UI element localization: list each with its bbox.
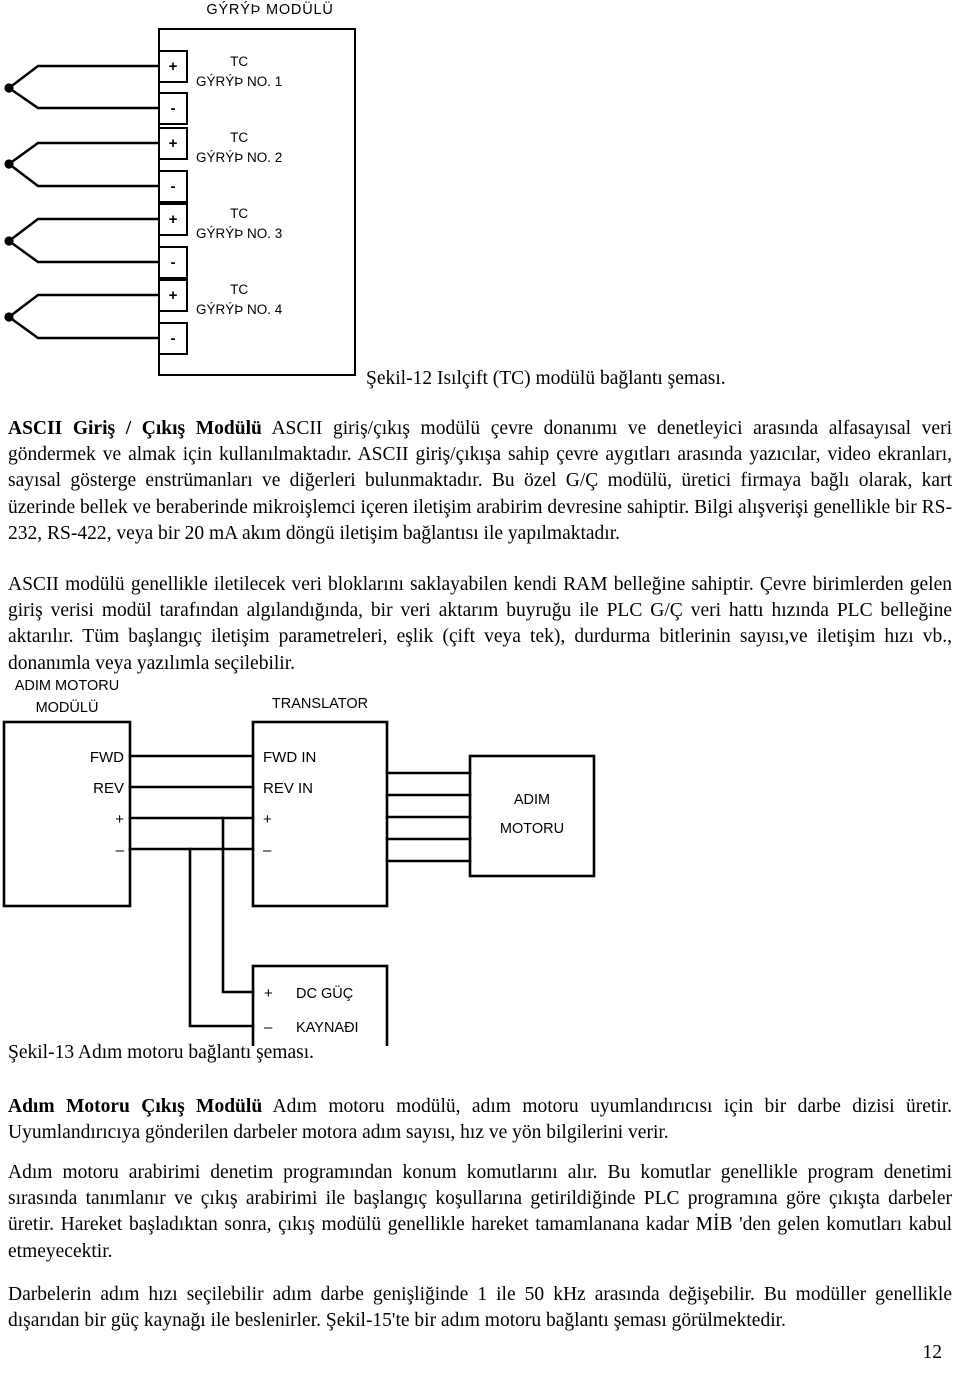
fig12-channel-2-name: GÝRÝÞ NO. 2 <box>196 149 283 165</box>
paragraph-stepper-interface: Adım motoru arabirimi denetim programınd… <box>8 1160 952 1266</box>
fig13-psu-plus: + <box>264 985 273 1002</box>
fig13-psu-minus: – <box>264 1019 273 1036</box>
fig12-title: GÝRÝÞ MODÜLÜ <box>206 2 334 18</box>
para5-body: Darbelerin adım hızı seçilebilir adım da… <box>8 1283 952 1331</box>
fig13-module-terminal-fwd: FWD <box>90 749 124 766</box>
figure-thermocouple-module: GÝRÝÞ MODÜLÜ + - + - + - + - TC GÝRÝÞ NO… <box>0 0 960 392</box>
fig13-translator-terminal-rev-in: REV IN <box>263 780 313 797</box>
para1-heading: ASCII Giriş / Çıkış Modülü <box>8 417 262 439</box>
fig13-translator-terminal-plus: + <box>263 811 272 828</box>
fig12-terminal-ch3-plus: + <box>158 203 188 236</box>
fig13-psu-label-line2: KAYNAÐI <box>296 1020 359 1036</box>
fig12-terminal-ch2-minus: - <box>158 170 188 203</box>
fig13-motor-label-line2: MOTORU <box>500 821 564 837</box>
fig13-svg: ADIM MOTORU MODÜLÜ TRANSLATOR FWD REV + … <box>2 678 596 1046</box>
figure-stepper-motor-connection: ADIM MOTORU MODÜLÜ TRANSLATOR FWD REV + … <box>0 676 640 1046</box>
fig12-thermocouple-wires <box>4 64 160 340</box>
fig12-channel-2-label: TC GÝRÝÞ NO. 2 <box>196 128 282 167</box>
para3-heading: Adım Motoru Çıkış Modülü <box>8 1095 263 1117</box>
fig12-terminal-ch1-minus: - <box>158 92 188 125</box>
fig12-channel-1-name: GÝRÝÞ NO. 1 <box>196 73 283 89</box>
fig13-translator-title: TRANSLATOR <box>272 696 368 712</box>
para4-body: Adım motoru arabirimi denetim programınd… <box>8 1161 952 1262</box>
fig13-motor-label-line1: ADIM <box>514 792 550 808</box>
fig12-terminal-ch4-minus: - <box>158 322 188 355</box>
fig12-channel-1-label: TC GÝRÝÞ NO. 1 <box>196 52 282 91</box>
para2-body: ASCII modülü genellikle iletilecek veri … <box>8 573 952 674</box>
fig13-caption: Şekil-13 Adım motoru bağlantı şeması. <box>8 1042 315 1063</box>
fig12-channel-3-tc: TC <box>230 206 249 221</box>
fig12-caption: Şekil-12 Isılçift (TC) modülü bağlantı ş… <box>366 368 726 389</box>
fig13-module-title-line1: ADIM MOTORU <box>15 678 119 694</box>
page-number: 12 <box>922 1342 943 1363</box>
fig12-terminal-ch4-plus: + <box>158 279 188 312</box>
fig13-module-terminal-rev: REV <box>93 780 124 797</box>
fig13-module-terminal-plus: + <box>115 811 124 828</box>
paragraph-stepper-output-module: Adım Motoru Çıkış Modülü Adım motoru mod… <box>8 1094 952 1147</box>
fig12-channel-4-name: GÝRÝÞ NO. 4 <box>196 301 283 317</box>
fig12-terminal-ch1-plus: + <box>158 50 188 83</box>
paragraph-ascii-io-module: ASCII Giriş / Çıkış Modülü ASCII giriş/ç… <box>8 416 952 548</box>
fig12-channel-4-label: TC GÝRÝÞ NO. 4 <box>196 280 282 319</box>
fig12-channel-1-tc: TC <box>230 54 249 69</box>
fig12-channel-3-label: TC GÝRÝÞ NO. 3 <box>196 204 282 243</box>
fig13-module-title-line2: MODÜLÜ <box>36 698 99 716</box>
fig12-terminal-ch2-plus: + <box>158 127 188 160</box>
fig12-channel-4-tc: TC <box>230 282 249 297</box>
fig13-module-terminal-minus: – <box>116 842 125 859</box>
paragraph-pulse-rate: Darbelerin adım hızı seçilebilir adım da… <box>8 1282 952 1335</box>
fig12-terminal-ch3-minus: - <box>158 246 188 279</box>
fig13-psu-label-line1: DC GÜÇ <box>296 984 353 1002</box>
fig13-translator-terminal-minus: – <box>263 842 272 859</box>
fig12-channel-2-tc: TC <box>230 130 249 145</box>
paragraph-ascii-ram: ASCII modülü genellikle iletilecek veri … <box>8 572 952 678</box>
fig13-translator-terminal-fwd-in: FWD IN <box>263 749 316 766</box>
fig12-channel-3-name: GÝRÝÞ NO. 3 <box>196 225 283 241</box>
